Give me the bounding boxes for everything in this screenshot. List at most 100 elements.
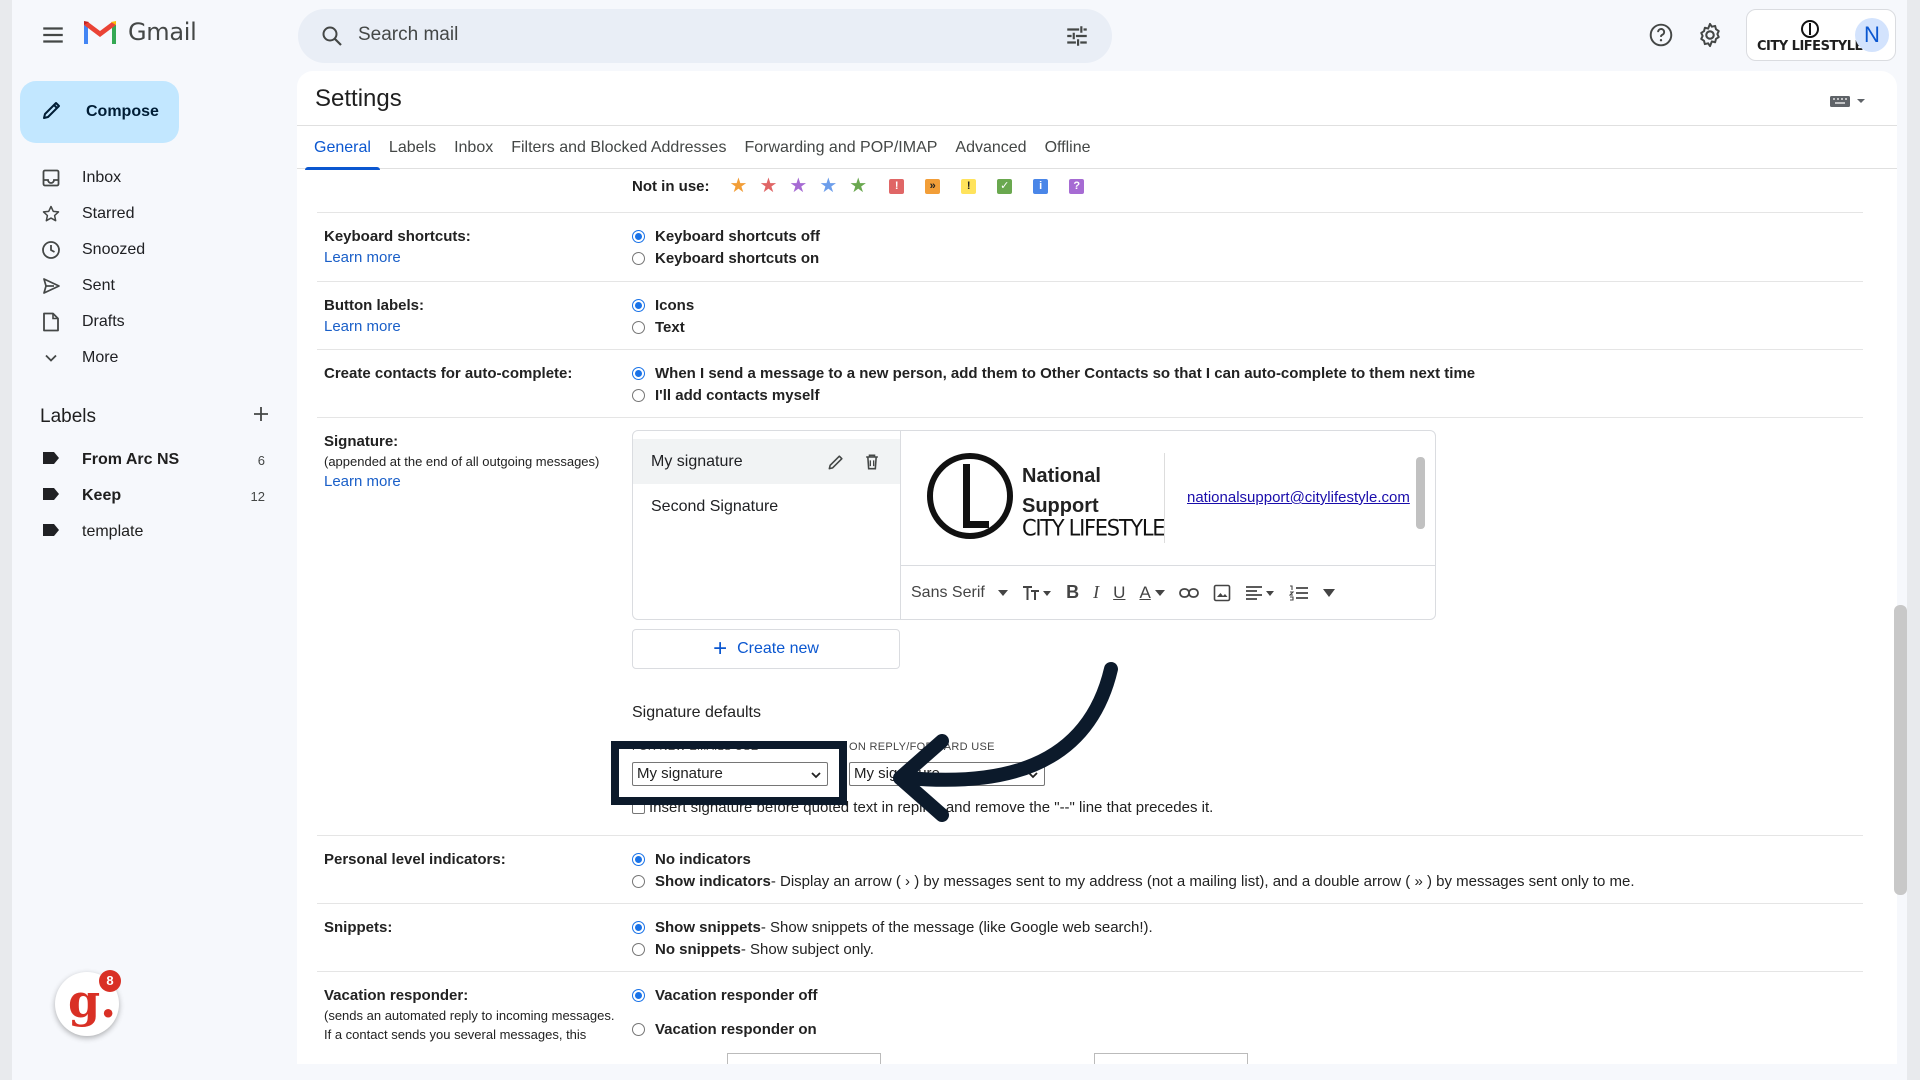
label-item-keep[interactable]: Keep 12 [20, 478, 270, 514]
input-tools-icon[interactable] [1829, 93, 1869, 114]
show-snippets-option[interactable]: Show snippets - Show snippets of the mes… [632, 919, 1153, 936]
red-bang-icon[interactable]: ! [889, 178, 905, 194]
green-check-icon[interactable]: ✓ [997, 178, 1013, 194]
radio-button[interactable] [632, 299, 645, 312]
tab-filters[interactable]: Filters and Blocked Addresses [502, 126, 735, 169]
account-switcher[interactable]: CITY LIFESTYLE N [1746, 9, 1896, 61]
add-label-icon[interactable] [252, 405, 270, 428]
blue-info-icon[interactable]: i [1033, 178, 1049, 194]
sidebar-item-snoozed[interactable]: Snoozed [20, 232, 270, 268]
sidebar-item-starred[interactable]: Starred [20, 196, 270, 232]
label-item-template[interactable]: template [20, 514, 270, 550]
label-item-from-arc-ns[interactable]: From Arc NS 6 [20, 442, 270, 478]
font-size-icon[interactable] [1022, 584, 1052, 602]
underline-icon[interactable]: U [1113, 583, 1125, 603]
radio-button[interactable] [632, 321, 645, 334]
radio-button[interactable] [632, 989, 645, 1002]
addon-launcher[interactable]: g. 8 [55, 970, 121, 1036]
sidebar-item-inbox[interactable]: Inbox [20, 160, 270, 196]
search-icon[interactable] [320, 24, 344, 53]
vacation-off-option[interactable]: Vacation responder off [632, 987, 818, 1004]
radio-button[interactable] [632, 921, 645, 934]
numbered-list-icon[interactable] [1289, 584, 1309, 601]
tab-advanced[interactable]: Advanced [946, 126, 1035, 169]
orange-guillemet-icon[interactable]: » [925, 178, 941, 194]
radio-button[interactable] [632, 853, 645, 866]
green-star-icon[interactable]: ★ [849, 176, 867, 196]
show-indicators-option[interactable]: Show indicators - Display an arrow ( › )… [632, 873, 1635, 890]
purple-question-icon[interactable]: ? [1069, 178, 1085, 194]
page-title: Settings [315, 85, 402, 112]
no-snippets-option[interactable]: No snippets - Show subject only. [632, 941, 874, 958]
main-menu-icon[interactable] [40, 22, 66, 48]
keyboard-shortcuts-on-option[interactable]: Keyboard shortcuts on [632, 250, 819, 267]
sidebar-item-label: Drafts [82, 313, 125, 330]
auto-add-contacts-option[interactable]: When I send a message to a new person, a… [632, 365, 1475, 382]
signature-brand: CITY LIFESTYLE [1022, 515, 1165, 541]
signature-preview[interactable]: National Support CITY LIFESTYLE national… [901, 431, 1435, 564]
search-options-icon[interactable] [1064, 23, 1090, 54]
last-day-input[interactable] [1094, 1053, 1248, 1064]
radio-button[interactable] [632, 943, 645, 956]
chevron-down-icon [40, 350, 62, 366]
signature-item-second-signature[interactable]: Second Signature [633, 484, 900, 529]
tab-labels[interactable]: Labels [380, 126, 445, 169]
delete-trash-icon[interactable] [862, 452, 882, 477]
signature-item-my-signature[interactable]: My signature [633, 439, 900, 484]
sidebar-item-more[interactable]: More [20, 340, 270, 376]
button-labels-icons-option[interactable]: Icons [632, 297, 694, 314]
font-family-select[interactable]: Sans Serif [911, 584, 1009, 602]
image-icon[interactable] [1213, 584, 1231, 602]
radio-button[interactable] [632, 875, 645, 888]
orange-star-icon[interactable]: ★ [730, 176, 748, 196]
tab-forwarding[interactable]: Forwarding and POP/IMAP [735, 126, 946, 169]
red-star-icon[interactable]: ★ [759, 176, 777, 196]
compose-button[interactable]: Compose [20, 81, 179, 143]
search-bar[interactable]: Search mail [298, 9, 1112, 63]
tab-offline[interactable]: Offline [1036, 126, 1100, 169]
radio-button[interactable] [632, 230, 645, 243]
row-subtitle: (appended at the end of all outgoing mes… [324, 454, 600, 469]
divider [317, 212, 1863, 213]
learn-more-link[interactable]: Learn more [324, 473, 599, 490]
option-label: Icons [655, 297, 695, 314]
align-icon[interactable] [1245, 585, 1275, 601]
page-scrollbar[interactable] [1894, 605, 1907, 895]
radio-button[interactable] [632, 252, 645, 265]
settings-gear-icon[interactable] [1696, 21, 1724, 54]
radio-button[interactable] [632, 367, 645, 380]
button-labels-text-option[interactable]: Text [632, 319, 685, 336]
italic-icon[interactable]: I [1093, 582, 1099, 603]
avatar[interactable]: N [1855, 18, 1889, 52]
vacation-on-option[interactable]: Vacation responder on [632, 1021, 817, 1038]
learn-more-link[interactable]: Learn more [324, 249, 471, 266]
purple-star-icon[interactable]: ★ [789, 176, 807, 196]
blue-star-icon[interactable]: ★ [819, 176, 837, 196]
no-indicators-option[interactable]: No indicators [632, 851, 751, 868]
signature-scrollbar[interactable] [1416, 457, 1425, 529]
more-formatting-icon[interactable] [1323, 588, 1336, 597]
text-color-icon[interactable]: A [1139, 583, 1166, 603]
option-label: No snippets [655, 941, 741, 958]
tab-inbox[interactable]: Inbox [445, 126, 502, 169]
keyboard-shortcuts-off-option[interactable]: Keyboard shortcuts off [632, 228, 820, 245]
help-icon[interactable] [1648, 22, 1674, 53]
edit-pencil-icon[interactable] [826, 452, 846, 477]
learn-more-link[interactable]: Learn more [324, 318, 424, 335]
reply-forward-signature-select[interactable]: My signature [849, 762, 1045, 786]
yellow-bang-icon[interactable]: ! [961, 178, 977, 194]
sidebar-item-sent[interactable]: Sent [20, 268, 270, 304]
tab-general[interactable]: General [305, 126, 380, 170]
gmail-logo[interactable]: Gmail [82, 18, 197, 46]
radio-button[interactable] [632, 389, 645, 402]
row-title: Keyboard shortcuts: [324, 228, 471, 245]
radio-button[interactable] [632, 1023, 645, 1036]
signature-email-link[interactable]: nationalsupport@citylifestyle.com [1187, 489, 1410, 506]
search-input[interactable]: Search mail [358, 24, 458, 46]
create-new-signature-button[interactable]: + Create new [632, 629, 900, 669]
first-day-input[interactable] [727, 1053, 881, 1064]
bold-icon[interactable]: B [1066, 582, 1079, 603]
sidebar-item-drafts[interactable]: Drafts [20, 304, 270, 340]
link-icon[interactable] [1179, 587, 1200, 599]
manual-contacts-option[interactable]: I'll add contacts myself [632, 387, 819, 404]
